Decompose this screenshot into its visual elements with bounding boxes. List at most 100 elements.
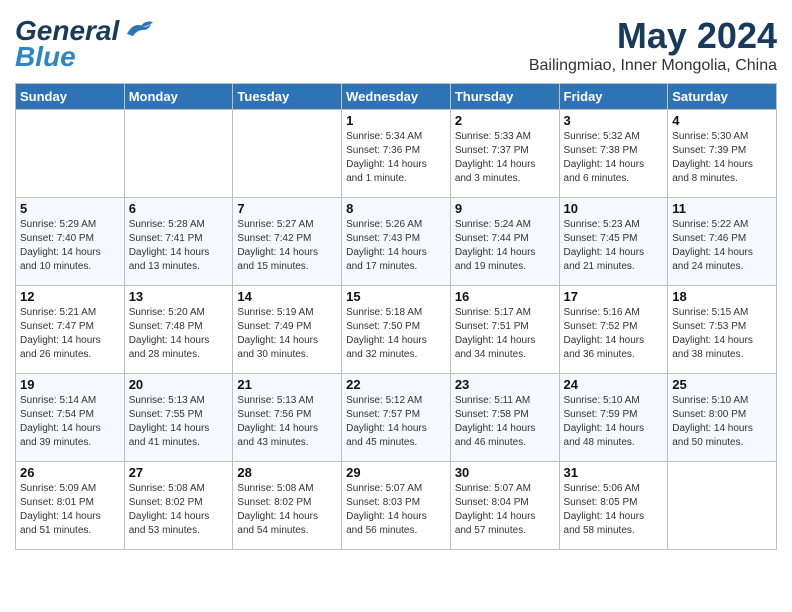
calendar-cell: 30 Sunrise: 5:07 AMSunset: 8:04 PMDayligh… — [450, 462, 559, 550]
day-number: 23 — [455, 377, 555, 392]
day-info: Sunrise: 5:10 AMSunset: 7:59 PMDaylight:… — [564, 394, 664, 450]
calendar-cell: 2 Sunrise: 5:33 AMSunset: 7:37 PMDaylight… — [450, 110, 559, 198]
day-number: 24 — [564, 377, 664, 392]
calendar-week-3: 12 Sunrise: 5:21 AMSunset: 7:47 PMDayligh… — [16, 286, 777, 374]
day-number: 13 — [129, 289, 229, 304]
calendar-cell: 23 Sunrise: 5:11 AMSunset: 7:58 PMDayligh… — [450, 374, 559, 462]
day-number: 6 — [129, 201, 229, 216]
calendar-cell: 9 Sunrise: 5:24 AMSunset: 7:44 PMDaylight… — [450, 198, 559, 286]
calendar-cell: 15 Sunrise: 5:18 AMSunset: 7:50 PMDayligh… — [342, 286, 451, 374]
calendar-cell: 8 Sunrise: 5:26 AMSunset: 7:43 PMDaylight… — [342, 198, 451, 286]
day-info: Sunrise: 5:07 AMSunset: 8:04 PMDaylight:… — [455, 482, 555, 538]
day-info: Sunrise: 5:09 AMSunset: 8:01 PMDaylight:… — [20, 482, 120, 538]
calendar-week-1: 1 Sunrise: 5:34 AMSunset: 7:36 PMDaylight… — [16, 110, 777, 198]
day-info: Sunrise: 5:19 AMSunset: 7:49 PMDaylight:… — [237, 306, 337, 362]
day-number: 9 — [455, 201, 555, 216]
calendar-week-2: 5 Sunrise: 5:29 AMSunset: 7:40 PMDaylight… — [16, 198, 777, 286]
day-info: Sunrise: 5:32 AMSunset: 7:38 PMDaylight:… — [564, 130, 664, 186]
day-number: 17 — [564, 289, 664, 304]
month-title: May 2024 — [529, 15, 777, 57]
day-info: Sunrise: 5:10 AMSunset: 8:00 PMDaylight:… — [672, 394, 772, 450]
day-header-thursday: Thursday — [450, 84, 559, 110]
calendar-cell: 22Sunrise: 5:12 AMSunset: 7:57 PMDayligh… — [342, 374, 451, 462]
day-number: 12 — [20, 289, 120, 304]
day-number: 19 — [20, 377, 120, 392]
day-info: Sunrise: 5:13 AMSunset: 7:55 PMDaylight:… — [129, 394, 229, 450]
title-block: May 2024 Bailingmiao, Inner Mongolia, Ch… — [529, 15, 777, 75]
calendar-cell: 28 Sunrise: 5:08 AMSunset: 8:02 PMDayligh… — [233, 462, 342, 550]
day-number: 30 — [455, 465, 555, 480]
day-number: 29 — [346, 465, 446, 480]
day-number: 28 — [237, 465, 337, 480]
day-info: Sunrise: 5:29 AMSunset: 7:40 PMDaylight:… — [20, 218, 120, 274]
calendar-cell: 25 Sunrise: 5:10 AMSunset: 8:00 PMDayligh… — [668, 374, 777, 462]
day-info: Sunrise: 5:13 AMSunset: 7:56 PMDaylight:… — [237, 394, 337, 450]
day-number: 14 — [237, 289, 337, 304]
day-number: 26 — [20, 465, 120, 480]
calendar-cell: 4 Sunrise: 5:30 AMSunset: 7:39 PMDaylight… — [668, 110, 777, 198]
calendar-cell: 3Sunrise: 5:32 AMSunset: 7:38 PMDaylight… — [559, 110, 668, 198]
day-header-saturday: Saturday — [668, 84, 777, 110]
day-info: Sunrise: 5:26 AMSunset: 7:43 PMDaylight:… — [346, 218, 446, 274]
day-info: Sunrise: 5:11 AMSunset: 7:58 PMDaylight:… — [455, 394, 555, 450]
day-info: Sunrise: 5:18 AMSunset: 7:50 PMDaylight:… — [346, 306, 446, 362]
day-info: Sunrise: 5:34 AMSunset: 7:36 PMDaylight:… — [346, 130, 446, 186]
day-info: Sunrise: 5:16 AMSunset: 7:52 PMDaylight:… — [564, 306, 664, 362]
day-info: Sunrise: 5:24 AMSunset: 7:44 PMDaylight:… — [455, 218, 555, 274]
calendar-cell: 10Sunrise: 5:23 AMSunset: 7:45 PMDayligh… — [559, 198, 668, 286]
calendar-cell — [668, 462, 777, 550]
day-number: 2 — [455, 113, 555, 128]
calendar-cell: 13 Sunrise: 5:20 AMSunset: 7:48 PMDayligh… — [124, 286, 233, 374]
calendar-cell: 26 Sunrise: 5:09 AMSunset: 8:01 PMDayligh… — [16, 462, 125, 550]
day-info: Sunrise: 5:20 AMSunset: 7:48 PMDaylight:… — [129, 306, 229, 362]
calendar-table: SundayMondayTuesdayWednesdayThursdayFrid… — [15, 83, 777, 550]
logo-bird-icon — [123, 20, 155, 42]
day-number: 15 — [346, 289, 446, 304]
day-header-monday: Monday — [124, 84, 233, 110]
calendar-cell: 16 Sunrise: 5:17 AMSunset: 7:51 PMDayligh… — [450, 286, 559, 374]
calendar-cell — [16, 110, 125, 198]
calendar-cell: 24 Sunrise: 5:10 AMSunset: 7:59 PMDayligh… — [559, 374, 668, 462]
calendar-cell: 17 Sunrise: 5:16 AMSunset: 7:52 PMDayligh… — [559, 286, 668, 374]
logo: General Blue — [15, 15, 155, 73]
day-info: Sunrise: 5:33 AMSunset: 7:37 PMDaylight:… — [455, 130, 555, 186]
day-info: Sunrise: 5:08 AMSunset: 8:02 PMDaylight:… — [129, 482, 229, 538]
day-number: 4 — [672, 113, 772, 128]
day-number: 27 — [129, 465, 229, 480]
calendar-cell: 12 Sunrise: 5:21 AMSunset: 7:47 PMDayligh… — [16, 286, 125, 374]
calendar-cell — [124, 110, 233, 198]
day-info: Sunrise: 5:08 AMSunset: 8:02 PMDaylight:… — [237, 482, 337, 538]
calendar-cell — [233, 110, 342, 198]
day-info: Sunrise: 5:14 AMSunset: 7:54 PMDaylight:… — [20, 394, 120, 450]
calendar-cell: 29Sunrise: 5:07 AMSunset: 8:03 PMDayligh… — [342, 462, 451, 550]
calendar-cell: 11 Sunrise: 5:22 AMSunset: 7:46 PMDayligh… — [668, 198, 777, 286]
day-number: 11 — [672, 201, 772, 216]
day-info: Sunrise: 5:21 AMSunset: 7:47 PMDaylight:… — [20, 306, 120, 362]
calendar-week-5: 26 Sunrise: 5:09 AMSunset: 8:01 PMDayligh… — [16, 462, 777, 550]
calendar-cell: 19 Sunrise: 5:14 AMSunset: 7:54 PMDayligh… — [16, 374, 125, 462]
day-number: 25 — [672, 377, 772, 392]
day-header-wednesday: Wednesday — [342, 84, 451, 110]
calendar-cell: 31Sunrise: 5:06 AMSunset: 8:05 PMDayligh… — [559, 462, 668, 550]
day-header-tuesday: Tuesday — [233, 84, 342, 110]
day-info: Sunrise: 5:17 AMSunset: 7:51 PMDaylight:… — [455, 306, 555, 362]
location-title: Bailingmiao, Inner Mongolia, China — [529, 57, 777, 75]
calendar-cell: 14 Sunrise: 5:19 AMSunset: 7:49 PMDayligh… — [233, 286, 342, 374]
day-number: 31 — [564, 465, 664, 480]
day-number: 16 — [455, 289, 555, 304]
calendar-cell: 27 Sunrise: 5:08 AMSunset: 8:02 PMDayligh… — [124, 462, 233, 550]
day-number: 5 — [20, 201, 120, 216]
calendar-cell: 1 Sunrise: 5:34 AMSunset: 7:36 PMDaylight… — [342, 110, 451, 198]
day-number: 8 — [346, 201, 446, 216]
day-info: Sunrise: 5:27 AMSunset: 7:42 PMDaylight:… — [237, 218, 337, 274]
day-number: 21 — [237, 377, 337, 392]
calendar-cell: 20Sunrise: 5:13 AMSunset: 7:55 PMDayligh… — [124, 374, 233, 462]
calendar-cell: 18Sunrise: 5:15 AMSunset: 7:53 PMDayligh… — [668, 286, 777, 374]
day-number: 1 — [346, 113, 446, 128]
day-info: Sunrise: 5:22 AMSunset: 7:46 PMDaylight:… — [672, 218, 772, 274]
day-info: Sunrise: 5:30 AMSunset: 7:39 PMDaylight:… — [672, 130, 772, 186]
day-info: Sunrise: 5:23 AMSunset: 7:45 PMDaylight:… — [564, 218, 664, 274]
calendar-week-4: 19 Sunrise: 5:14 AMSunset: 7:54 PMDayligh… — [16, 374, 777, 462]
day-header-friday: Friday — [559, 84, 668, 110]
logo-blue: Blue — [15, 41, 76, 73]
